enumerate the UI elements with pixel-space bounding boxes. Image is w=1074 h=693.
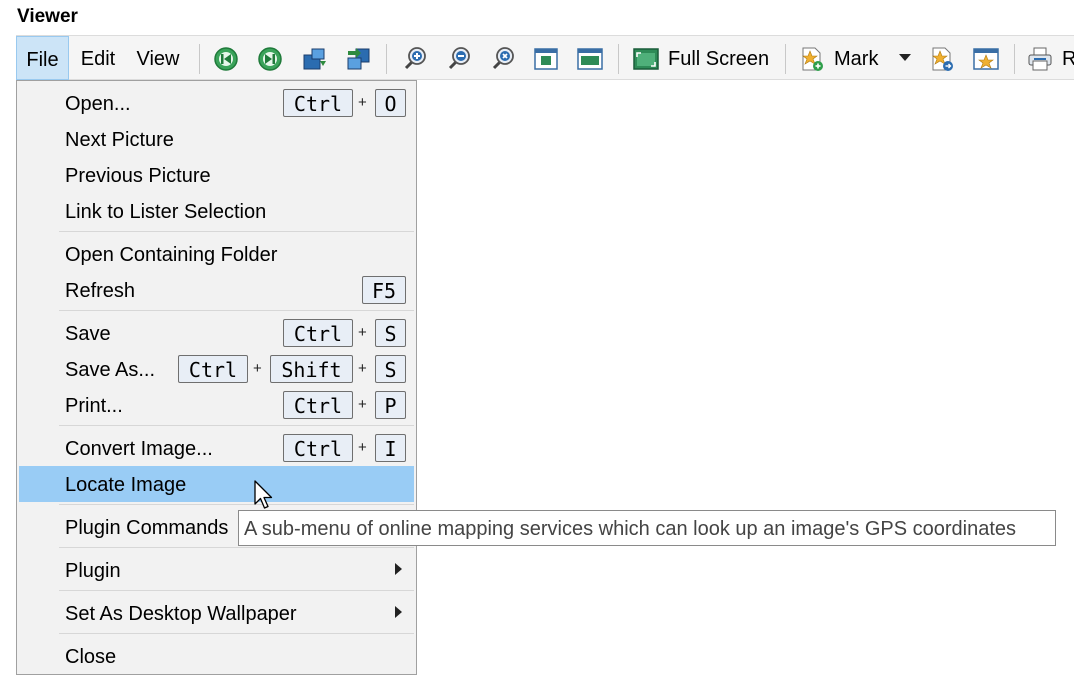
full-screen-icon[interactable]	[630, 43, 662, 75]
key-s: S	[375, 319, 406, 347]
next-icon[interactable]	[254, 43, 286, 75]
menu-item-open-containing-folder[interactable]: Open Containing Folder	[19, 237, 414, 271]
menu-item-save[interactable]: Save Ctrl + S	[19, 316, 414, 350]
key-ctrl: Ctrl	[283, 319, 353, 347]
menu-item-locate-image[interactable]: Locate Image	[19, 466, 414, 502]
key-o: O	[375, 89, 406, 117]
menu-separator	[59, 547, 414, 548]
menu-item-label: Plugin	[65, 560, 121, 582]
tooltip: A sub-menu of online mapping services wh…	[238, 510, 1056, 546]
toolbar-separator	[386, 44, 387, 74]
menu-separator	[59, 590, 414, 591]
window-title: Viewer	[17, 6, 78, 27]
menu-item-label: Plugin Commands	[65, 517, 229, 539]
key-ctrl: Ctrl	[178, 355, 248, 383]
zoom-in-icon[interactable]	[398, 43, 430, 75]
toolbar-truncated-button[interactable]: R	[1062, 36, 1074, 80]
copy-image-icon[interactable]	[342, 43, 374, 75]
key-plus: +	[358, 396, 367, 413]
key-f5: F5	[362, 276, 406, 304]
menu-separator	[59, 425, 414, 426]
key-s: S	[375, 355, 406, 383]
menu-item-link-lister[interactable]: Link to Lister Selection	[19, 194, 414, 228]
mark-add-icon[interactable]	[796, 43, 828, 75]
menu-separator	[59, 504, 414, 505]
key-ctrl: Ctrl	[283, 89, 353, 117]
zoom-out-icon[interactable]	[442, 43, 474, 75]
key-plus: +	[358, 324, 367, 341]
key-plus: +	[358, 360, 367, 377]
menu-item-refresh[interactable]: Refresh F5	[19, 273, 414, 307]
toolbar-separator	[1014, 44, 1015, 74]
menu-item-label: Open...	[65, 93, 131, 115]
toolbar-separator	[785, 44, 786, 74]
fit-window-icon[interactable]	[530, 43, 562, 75]
key-shift: Shift	[270, 355, 353, 383]
menu-item-label: Set As Desktop Wallpaper	[65, 603, 297, 625]
move-image-icon[interactable]	[298, 43, 330, 75]
menu-separator	[59, 310, 414, 311]
zoom-reset-icon[interactable]	[486, 43, 518, 75]
menu-item-label: Convert Image...	[65, 438, 213, 460]
key-ctrl: Ctrl	[283, 434, 353, 462]
menu-item-set-desktop-wallpaper[interactable]: Set As Desktop Wallpaper	[19, 596, 414, 630]
mark-dropdown-icon[interactable]	[899, 54, 911, 61]
full-screen-button[interactable]: Full Screen	[668, 36, 769, 80]
menu-item-label: Refresh	[65, 280, 136, 302]
menu-separator	[59, 633, 414, 634]
menu-item-plugin[interactable]: Plugin	[19, 553, 414, 587]
menu-separator	[59, 231, 414, 232]
menu-item-close[interactable]: Close	[19, 639, 414, 673]
menu-item-label: Save	[65, 323, 111, 345]
key-plus: +	[358, 439, 367, 456]
menu-edit[interactable]: Edit	[74, 36, 122, 80]
menu-item-print[interactable]: Print... Ctrl + P	[19, 388, 414, 422]
key-p: P	[375, 391, 406, 419]
menu-item-next-picture[interactable]: Next Picture	[19, 122, 414, 156]
toolbar-separator	[618, 44, 619, 74]
menu-item-label: Link to Lister Selection	[65, 201, 267, 223]
toolbar: File Edit View Full Screen Mark R	[16, 35, 1074, 80]
menu-item-label: Print...	[65, 395, 123, 417]
mark-star-icon[interactable]	[970, 43, 1002, 75]
print-icon[interactable]	[1024, 43, 1056, 75]
mark-button[interactable]: Mark	[834, 36, 878, 80]
menu-view[interactable]: View	[129, 36, 187, 80]
menu-file[interactable]: File	[16, 36, 69, 80]
menu-item-label: Previous Picture	[65, 165, 211, 187]
fit-width-icon[interactable]	[574, 43, 606, 75]
key-plus: +	[253, 360, 262, 377]
menu-item-previous-picture[interactable]: Previous Picture	[19, 158, 414, 192]
file-menu: Open... Ctrl + O Next Picture Previous P…	[16, 80, 417, 675]
previous-icon[interactable]	[210, 43, 242, 75]
submenu-arrow-icon	[395, 606, 402, 618]
menu-item-save-as[interactable]: Save As... Ctrl + Shift + S	[19, 352, 414, 386]
menu-item-convert-image[interactable]: Convert Image... Ctrl + I	[19, 431, 414, 465]
mark-goto-icon[interactable]	[926, 43, 958, 75]
menu-item-label: Close	[65, 646, 117, 668]
key-i: I	[375, 434, 406, 462]
submenu-arrow-icon	[395, 563, 402, 575]
key-plus: +	[358, 94, 367, 111]
key-ctrl: Ctrl	[283, 391, 353, 419]
menu-item-label: Locate Image	[65, 474, 187, 496]
menu-item-open[interactable]: Open... Ctrl + O	[19, 86, 414, 120]
mouse-cursor-icon	[254, 480, 276, 517]
toolbar-separator	[199, 44, 200, 74]
menu-item-label: Next Picture	[65, 129, 174, 151]
menu-item-label: Open Containing Folder	[65, 244, 278, 266]
menu-item-label: Save As...	[65, 359, 156, 381]
